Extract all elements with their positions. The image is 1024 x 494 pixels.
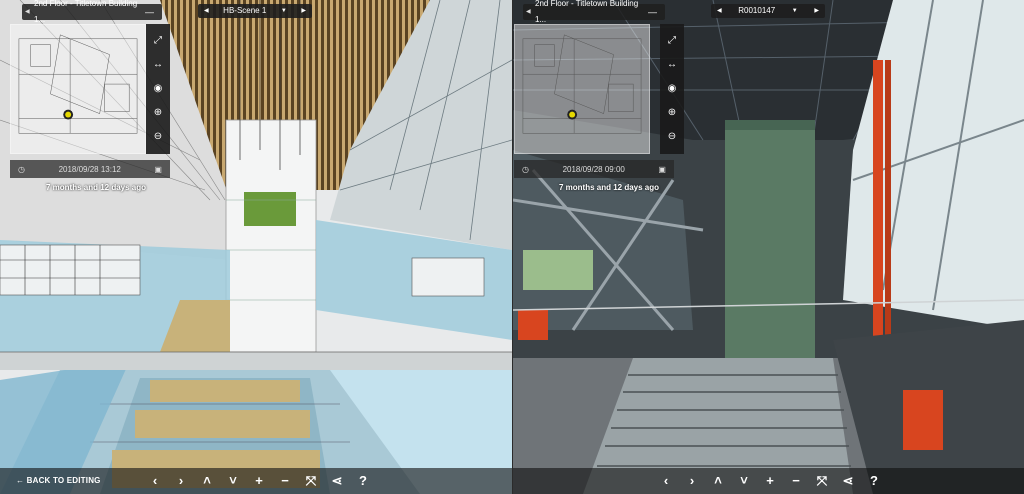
elapsed-time: 7 months and 12 days ago xyxy=(46,183,147,192)
clock-icon: ◷ xyxy=(522,164,529,174)
photo-viewer-pane[interactable]: ◀ 2nd Floor - Titletown Building 1... — … xyxy=(513,0,1024,494)
calendar-icon[interactable]: ▣ xyxy=(154,165,162,174)
collapse-icon[interactable]: — xyxy=(648,4,657,20)
share-icon[interactable]: ⋖ xyxy=(330,472,344,490)
chevron-up-icon[interactable]: ˄ xyxy=(200,472,214,490)
zoom-out-icon[interactable]: ⊖ xyxy=(150,128,166,144)
navigation-controls: ‹ › ˄ ˅ + − ⤧ ⋖ ? xyxy=(659,472,881,490)
caret-right-icon[interactable]: ▶ xyxy=(301,4,306,18)
capture-date: 2018/09/28 13:12 xyxy=(58,164,121,174)
floorplan-drawing xyxy=(522,34,642,134)
minimap-toolbar: ⤢ ↔ ◉ ⊕ ⊖ xyxy=(146,24,170,154)
caret-left-icon: ◀ xyxy=(25,9,30,15)
help-icon[interactable]: ? xyxy=(867,472,881,490)
scene-selector[interactable]: ◀ HB-Scene 1 ▼ ▶ xyxy=(198,4,312,18)
calendar-icon[interactable]: ▣ xyxy=(658,165,666,174)
collapse-icon[interactable]: — xyxy=(145,4,154,20)
help-icon[interactable]: ? xyxy=(356,472,370,490)
zoom-out-icon[interactable]: ⊖ xyxy=(664,128,680,144)
expand-icon[interactable]: ⤢ xyxy=(150,32,166,48)
chevron-left-icon[interactable]: ‹ xyxy=(659,472,673,490)
floorplan-minimap[interactable] xyxy=(514,24,650,154)
caret-left-icon: ◀ xyxy=(526,9,531,15)
floor-dropdown[interactable]: ◀ 2nd Floor - Titletown Building 1... — xyxy=(523,0,665,24)
navigation-controls: ‹ › ˄ ˅ + − ⤧ ⋖ ? xyxy=(148,472,370,490)
chevron-right-icon[interactable]: › xyxy=(174,472,188,490)
expand-icon[interactable]: ⤢ xyxy=(664,32,680,48)
minus-icon[interactable]: − xyxy=(278,472,292,490)
chevron-down-icon[interactable]: ˅ xyxy=(737,472,751,490)
chevron-right-icon[interactable]: › xyxy=(685,472,699,490)
capture-date: 2018/09/28 09:00 xyxy=(562,164,625,174)
clock-icon: ◷ xyxy=(18,164,25,174)
share-icon[interactable]: ⋖ xyxy=(841,472,855,490)
photo-label: R0010147 xyxy=(738,6,776,15)
chevron-down-icon[interactable]: ˅ xyxy=(226,472,240,490)
minus-icon[interactable]: − xyxy=(789,472,803,490)
fit-width-icon[interactable]: ↔ xyxy=(150,56,166,72)
locate-icon[interactable]: ◉ xyxy=(150,80,166,96)
capture-date-bar[interactable]: ◷ 2018/09/28 09:00 ▣ xyxy=(514,160,674,178)
zoom-in-icon[interactable]: ⊕ xyxy=(664,104,680,120)
fullscreen-icon[interactable]: ⤧ xyxy=(815,472,829,490)
back-to-editing-link[interactable]: ← BACK TO EDITING xyxy=(16,476,101,485)
caret-down-icon[interactable]: ▼ xyxy=(281,4,287,18)
bottom-toolbar: ‹ › ˄ ˅ + − ⤧ ⋖ ? xyxy=(513,468,1024,494)
caret-right-icon[interactable]: ▶ xyxy=(814,4,819,18)
plus-icon[interactable]: + xyxy=(763,472,777,490)
back-label: BACK TO EDITING xyxy=(26,476,101,485)
elapsed-time: 7 months and 12 days ago xyxy=(559,183,660,192)
bim-viewer-pane[interactable]: ◀ 2nd Floor - Titletown Building 1... — … xyxy=(0,0,512,494)
floorplan-drawing xyxy=(18,34,138,134)
caret-left-icon[interactable]: ◀ xyxy=(717,4,722,18)
minimap-toolbar: ⤢ ↔ ◉ ⊕ ⊖ xyxy=(660,24,684,154)
plus-icon[interactable]: + xyxy=(252,472,266,490)
photo-selector[interactable]: ◀ R0010147 ▼ ▶ xyxy=(711,4,825,18)
zoom-in-icon[interactable]: ⊕ xyxy=(150,104,166,120)
bottom-toolbar: ← BACK TO EDITING ‹ › ˄ ˅ + − ⤧ ⋖ ? xyxy=(0,468,512,494)
scene-label: HB-Scene 1 xyxy=(223,6,267,15)
chevron-left-icon[interactable]: ‹ xyxy=(148,472,162,490)
caret-down-icon[interactable]: ▼ xyxy=(792,4,798,18)
fullscreen-icon[interactable]: ⤧ xyxy=(304,472,318,490)
floorplan-minimap[interactable] xyxy=(10,24,146,154)
floor-dropdown[interactable]: ◀ 2nd Floor - Titletown Building 1... — xyxy=(22,0,162,24)
chevron-up-icon[interactable]: ˄ xyxy=(711,472,725,490)
capture-date-bar[interactable]: ◷ 2018/09/28 13:12 ▣ xyxy=(10,160,170,178)
locate-icon[interactable]: ◉ xyxy=(664,80,680,96)
fit-width-icon[interactable]: ↔ xyxy=(664,56,680,72)
caret-left-icon[interactable]: ◀ xyxy=(204,4,209,18)
